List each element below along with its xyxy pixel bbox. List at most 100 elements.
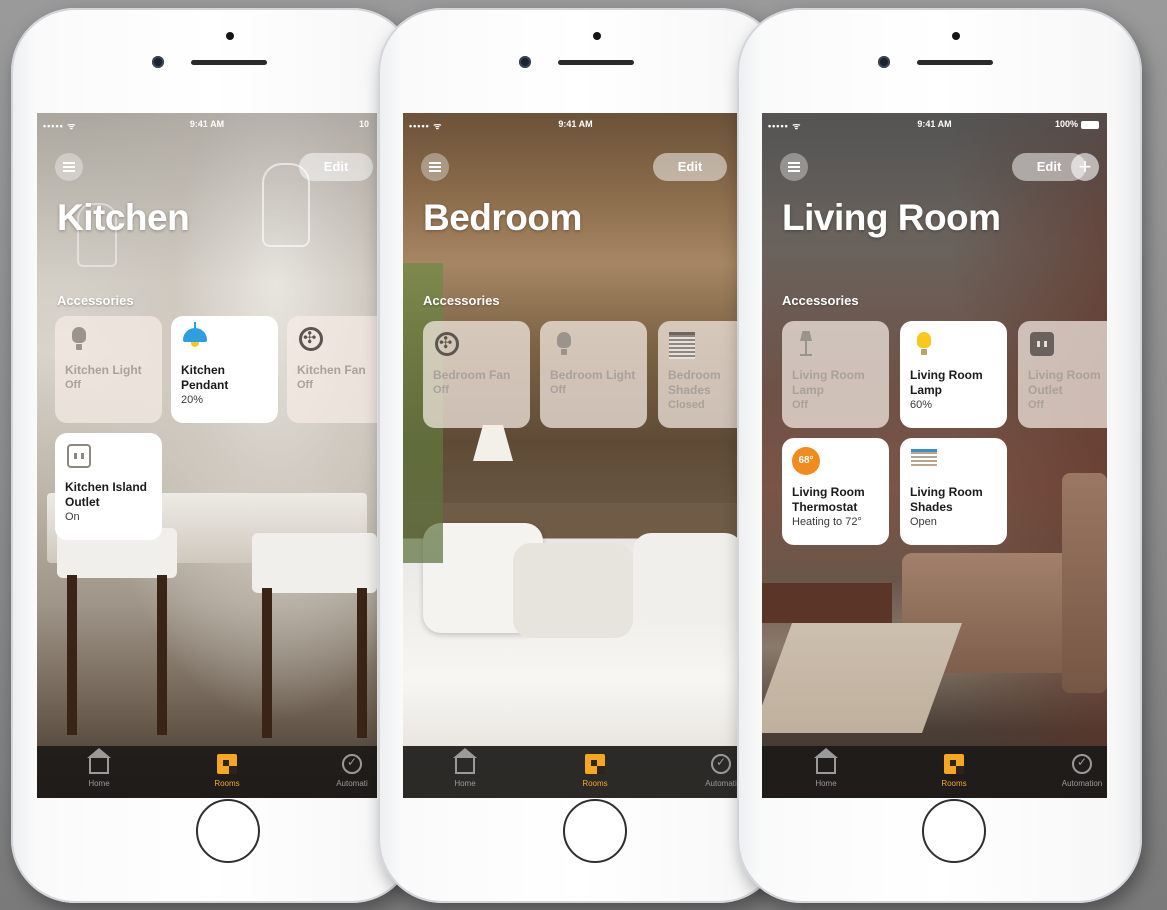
rooms-icon xyxy=(583,752,607,776)
tab-home[interactable]: Home xyxy=(425,748,505,788)
thermostat-icon: 68° xyxy=(792,447,820,475)
rooms-menu-button[interactable] xyxy=(55,153,83,181)
tab-home-label: Home xyxy=(815,779,837,788)
phone-bedroom: ••••• ᯤ 9:41 AM Edit Bedroom Accessories… xyxy=(378,8,783,903)
tab-bar: Home Rooms Automati xyxy=(403,746,748,798)
list-icon xyxy=(788,162,800,172)
tab-rooms-label: Rooms xyxy=(941,779,967,788)
proximity-sensor xyxy=(226,32,234,40)
edit-button[interactable]: Edit xyxy=(653,153,727,181)
earpiece-speaker xyxy=(558,60,634,65)
accessory-tile-living-room-outlet[interactable]: Living Room Outlet Off xyxy=(1018,321,1107,428)
rooms-menu-button[interactable] xyxy=(421,153,449,181)
accessory-name: Kitchen Fan xyxy=(297,363,366,377)
phone-living-room: ••••• ᯤ 9:41 AM 100% Edit + Living Room … xyxy=(737,8,1142,903)
room-title: Living Room xyxy=(782,197,1001,238)
bulb-icon xyxy=(550,330,578,358)
home-button[interactable] xyxy=(196,799,260,863)
accessories-heading: Accessories xyxy=(423,293,500,308)
tab-rooms[interactable]: Rooms xyxy=(555,752,635,788)
accessory-name: Bedroom Light xyxy=(550,368,636,382)
accessories-heading: Accessories xyxy=(782,293,859,308)
automation-icon xyxy=(709,752,733,776)
accessory-tile-bedroom-light[interactable]: Bedroom Light Off xyxy=(540,321,647,428)
accessory-state: On xyxy=(65,511,80,523)
accessory-tile-living-room-thermostat[interactable]: 68° Living Room Thermostat Heating to 72… xyxy=(782,438,889,545)
tab-bar: Home Rooms Automation xyxy=(762,746,1107,798)
accessory-tile-living-room-lamp[interactable]: Living Room Lamp 60% xyxy=(900,321,1007,428)
front-camera xyxy=(878,56,890,68)
status-time: 9:41 AM xyxy=(189,119,225,129)
status-bar: ••••• ᯤ 9:41 AM 100% xyxy=(762,119,1107,133)
pendant-icon xyxy=(181,322,209,353)
status-time: 9:41 AM xyxy=(558,119,593,129)
list-icon xyxy=(63,162,75,172)
home-button[interactable] xyxy=(563,799,627,863)
accessory-state: Closed xyxy=(668,399,705,411)
accessory-state: 60% xyxy=(910,399,933,411)
list-icon xyxy=(429,162,441,172)
accessory-state: 20% xyxy=(181,394,204,406)
accessory-name: Kitchen Light xyxy=(65,363,142,377)
accessory-tile-living-room-floor-lamp[interactable]: Living Room Lamp Off xyxy=(782,321,889,428)
rooms-menu-button[interactable] xyxy=(780,153,808,181)
accessory-state: Off xyxy=(433,384,449,396)
accessories-heading: Accessories xyxy=(57,293,134,308)
accessory-name: Kitchen Island Outlet xyxy=(65,480,148,509)
accessory-state: Open xyxy=(910,516,937,528)
outlet-icon xyxy=(65,442,93,470)
rooms-icon xyxy=(215,752,239,776)
outlet-icon xyxy=(1028,330,1056,358)
tab-bar: Home Rooms Automati xyxy=(37,746,377,798)
floor-lamp-icon xyxy=(792,330,820,358)
accessory-tile-living-room-shades[interactable]: Living Room Shades Open xyxy=(900,438,1007,545)
home-icon xyxy=(453,748,477,776)
tab-home[interactable]: Home xyxy=(786,748,866,788)
accessory-tile-bedroom-shades[interactable]: Bedroom Shades Closed xyxy=(658,321,748,428)
accessory-state: Heating to 72° xyxy=(792,516,862,528)
phone-kitchen: ••••• ᯤ 9:41 AM 10 Edit Kitchen Accessor… xyxy=(11,8,416,903)
status-bar: ••••• ᯤ 9:41 AM 10 xyxy=(37,119,377,133)
earpiece-speaker xyxy=(917,60,993,65)
room-title: Bedroom xyxy=(423,197,582,238)
home-button[interactable] xyxy=(922,799,986,863)
add-accessory-button[interactable]: + xyxy=(1071,153,1099,181)
battery-label: 10 xyxy=(358,119,369,129)
accessory-tile-kitchen-light[interactable]: Kitchen Light Off xyxy=(55,316,162,423)
home-icon xyxy=(87,748,111,776)
tab-rooms-label: Rooms xyxy=(582,779,608,788)
accessory-tile-kitchen-island-outlet[interactable]: Kitchen Island Outlet On xyxy=(55,433,162,540)
home-icon xyxy=(814,748,838,776)
accessory-name: Living Room Lamp xyxy=(910,368,983,397)
accessory-state: Off xyxy=(792,399,808,411)
edit-button[interactable]: Edit xyxy=(299,153,373,181)
accessory-state: Off xyxy=(1028,399,1044,411)
accessory-tile-bedroom-fan[interactable]: Bedroom Fan Off xyxy=(423,321,530,428)
battery-indicator: 100% xyxy=(1055,119,1099,129)
front-camera xyxy=(519,56,531,68)
tab-automation[interactable]: Automati xyxy=(312,752,377,788)
accessory-name: Bedroom Shades xyxy=(668,368,721,397)
accessory-tile-kitchen-fan[interactable]: Kitchen Fan Off xyxy=(287,316,377,423)
automation-icon xyxy=(340,752,364,776)
proximity-sensor xyxy=(593,32,601,40)
tab-home[interactable]: Home xyxy=(59,748,139,788)
proximity-sensor xyxy=(952,32,960,40)
shades-icon xyxy=(910,447,938,475)
screen-bedroom: ••••• ᯤ 9:41 AM Edit Bedroom Accessories… xyxy=(403,113,748,798)
accessory-name: Living Room Thermostat xyxy=(792,485,865,514)
tab-automation[interactable]: Automation xyxy=(1042,752,1107,788)
accessory-name: Kitchen Pendant xyxy=(181,363,229,392)
earpiece-speaker xyxy=(191,60,267,65)
tab-rooms[interactable]: Rooms xyxy=(187,752,267,788)
tab-home-label: Home xyxy=(88,779,110,788)
thermostat-badge: 68° xyxy=(792,447,820,475)
accessory-tile-kitchen-pendant[interactable]: Kitchen Pendant 20% xyxy=(171,316,278,423)
accessory-state: Off xyxy=(297,379,313,391)
accessory-name: Living Room Shades xyxy=(910,485,983,514)
tab-rooms-label: Rooms xyxy=(214,779,240,788)
accessory-name: Living Room Outlet xyxy=(1028,368,1101,397)
tab-rooms[interactable]: Rooms xyxy=(914,752,994,788)
accessory-name: Bedroom Fan xyxy=(433,368,511,382)
battery-icon xyxy=(1081,120,1099,129)
